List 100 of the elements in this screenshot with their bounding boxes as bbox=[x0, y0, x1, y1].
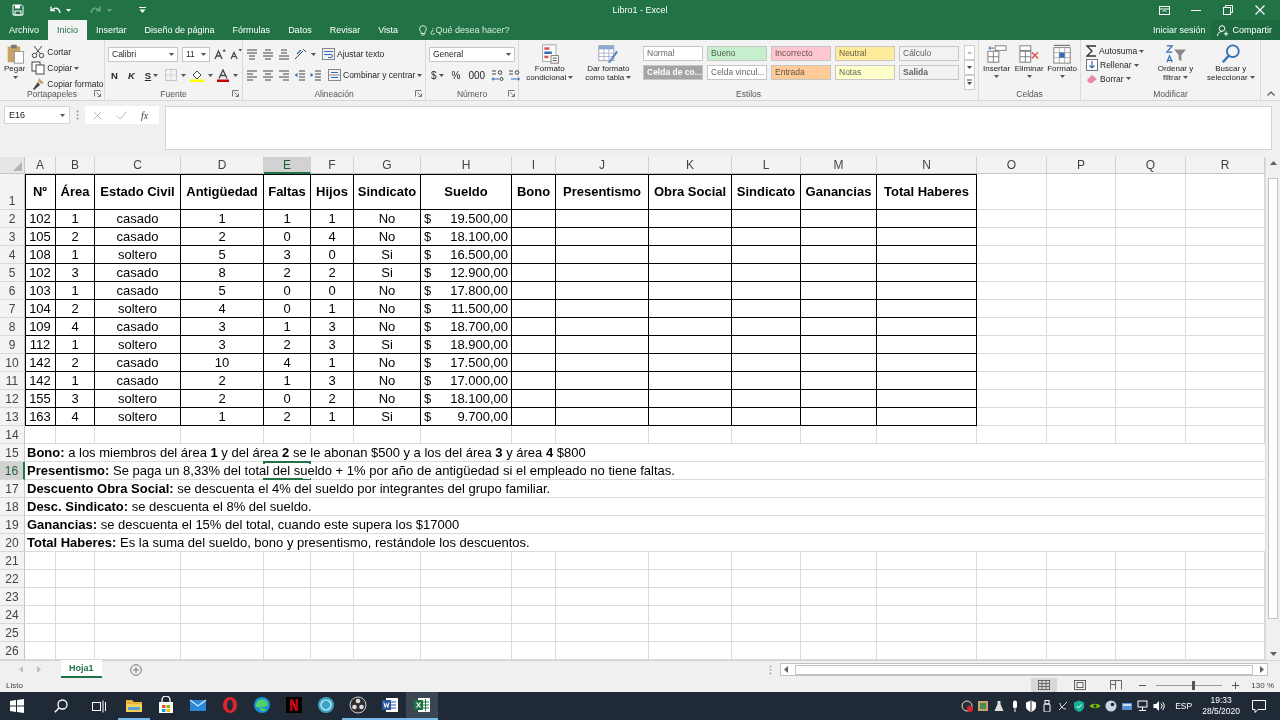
grid-cell[interactable] bbox=[977, 390, 1047, 408]
grid-cell[interactable] bbox=[1116, 246, 1186, 264]
cell-style[interactable]: Notas bbox=[835, 65, 895, 80]
grid-cell[interactable] bbox=[1116, 228, 1186, 246]
grid-cell[interactable] bbox=[95, 552, 181, 570]
grid-cell[interactable] bbox=[512, 426, 556, 444]
grid-cell[interactable] bbox=[556, 570, 649, 588]
horizontal-scrollbar[interactable] bbox=[780, 663, 1268, 676]
grid-cell[interactable] bbox=[264, 588, 311, 606]
column-header[interactable]: K bbox=[649, 157, 732, 174]
row-header[interactable]: 20 bbox=[0, 534, 25, 552]
grid-cell[interactable] bbox=[421, 426, 512, 444]
customize-icon[interactable] bbox=[139, 7, 146, 13]
row-header[interactable]: 7 bbox=[0, 300, 25, 318]
cell-style[interactable]: Salida bbox=[899, 65, 959, 80]
cells-button[interactable]: Formato bbox=[1047, 43, 1078, 87]
scroll-thumb[interactable] bbox=[795, 664, 1253, 675]
row-header[interactable]: 14 bbox=[0, 426, 25, 444]
task-view-icon[interactable] bbox=[92, 699, 106, 713]
undo-icon[interactable] bbox=[49, 5, 61, 15]
grid-cell[interactable] bbox=[1116, 174, 1186, 210]
grid-cell[interactable] bbox=[25, 588, 56, 606]
grid-cell[interactable] bbox=[512, 552, 556, 570]
grid-cell[interactable] bbox=[264, 624, 311, 642]
grid-cell[interactable] bbox=[732, 552, 801, 570]
column-header[interactable]: A bbox=[25, 157, 56, 174]
text-orientation-icon[interactable] bbox=[294, 48, 307, 60]
grid-cell[interactable] bbox=[977, 426, 1047, 444]
row-header[interactable]: 21 bbox=[0, 552, 25, 570]
grid-cell[interactable] bbox=[1047, 354, 1116, 372]
save-icon[interactable] bbox=[12, 4, 24, 16]
language-indicator[interactable]: ESP bbox=[1175, 701, 1193, 711]
grid-cell[interactable] bbox=[1116, 372, 1186, 390]
flask-icon[interactable] bbox=[993, 700, 1006, 712]
column-header[interactable]: R bbox=[1186, 157, 1265, 174]
editing-button[interactable]: Borrar bbox=[1084, 72, 1147, 85]
grid-cell[interactable] bbox=[1116, 282, 1186, 300]
grid-cell[interactable] bbox=[977, 552, 1047, 570]
grid-cell[interactable] bbox=[95, 426, 181, 444]
column-header[interactable]: L bbox=[732, 157, 801, 174]
grid-cell[interactable] bbox=[1047, 552, 1116, 570]
column-header[interactable]: I bbox=[512, 157, 556, 174]
grid-cell[interactable] bbox=[311, 588, 354, 606]
align-bottom-icon[interactable] bbox=[278, 48, 290, 60]
grid-cell[interactable] bbox=[1047, 408, 1116, 426]
grid-cell[interactable] bbox=[649, 606, 732, 624]
row-header[interactable]: 11 bbox=[0, 372, 25, 390]
grid-cell[interactable] bbox=[1116, 426, 1186, 444]
column-header[interactable]: H bbox=[421, 157, 512, 174]
grid-cell[interactable] bbox=[977, 174, 1047, 210]
zoom-in-icon[interactable] bbox=[1232, 681, 1240, 689]
grid-cell[interactable] bbox=[512, 624, 556, 642]
grid-cell[interactable] bbox=[1116, 588, 1186, 606]
font-select[interactable]: Calibri bbox=[108, 46, 178, 62]
grid-cell[interactable] bbox=[56, 588, 95, 606]
grid-cell[interactable] bbox=[56, 552, 95, 570]
grid-cell[interactable] bbox=[649, 552, 732, 570]
grid-cell[interactable] bbox=[1047, 624, 1116, 642]
align-left-icon[interactable] bbox=[246, 69, 258, 81]
grid-cell[interactable] bbox=[877, 588, 977, 606]
styles-button[interactable]: Formato condicional bbox=[522, 43, 578, 87]
grid-cell[interactable] bbox=[1116, 300, 1186, 318]
grid-cell[interactable] bbox=[181, 624, 264, 642]
row-header[interactable]: 2 bbox=[0, 210, 25, 228]
satellite-icon[interactable] bbox=[1057, 700, 1070, 712]
speaker-icon[interactable] bbox=[1153, 700, 1166, 712]
grid-cell[interactable] bbox=[421, 552, 512, 570]
column-header[interactable]: F bbox=[311, 157, 354, 174]
align-top-icon[interactable] bbox=[246, 48, 258, 60]
grid-cell[interactable] bbox=[977, 282, 1047, 300]
grid-cell[interactable] bbox=[732, 588, 801, 606]
grid-cell[interactable] bbox=[649, 624, 732, 642]
grid-cell[interactable] bbox=[354, 552, 421, 570]
grid-cell[interactable] bbox=[264, 426, 311, 444]
share-button[interactable]: Compartir bbox=[1211, 20, 1280, 40]
decrease-indent-icon[interactable] bbox=[294, 69, 306, 81]
grid-cell[interactable] bbox=[977, 588, 1047, 606]
grid-cell[interactable] bbox=[977, 210, 1047, 228]
grid-cell[interactable] bbox=[1047, 318, 1116, 336]
gallery-more-icon[interactable] bbox=[964, 75, 975, 90]
grid-cell[interactable] bbox=[977, 228, 1047, 246]
grid-cell[interactable] bbox=[181, 588, 264, 606]
column-header[interactable]: B bbox=[56, 157, 95, 174]
grid-cell[interactable] bbox=[181, 426, 264, 444]
row-header[interactable]: 10 bbox=[0, 354, 25, 372]
ribbon-display-icon[interactable] bbox=[1158, 5, 1170, 15]
column-header[interactable]: Q bbox=[1116, 157, 1186, 174]
grid-cell[interactable] bbox=[421, 588, 512, 606]
grid-cell[interactable] bbox=[311, 426, 354, 444]
clipboard-button[interactable]: Copiar bbox=[29, 60, 106, 76]
insert-function-button[interactable]: fx bbox=[141, 109, 149, 121]
cells-button[interactable]: Insertar bbox=[982, 43, 1012, 87]
grid-cell[interactable] bbox=[56, 426, 95, 444]
column-header[interactable]: O bbox=[977, 157, 1047, 174]
cell-style[interactable]: Incorrecto bbox=[771, 46, 831, 61]
grid-cell[interactable] bbox=[1047, 300, 1116, 318]
number-format-button[interactable]: $ bbox=[429, 68, 446, 82]
font-style-button[interactable]: N bbox=[108, 69, 121, 81]
grid-cell[interactable] bbox=[877, 426, 977, 444]
grid-cell[interactable] bbox=[732, 624, 801, 642]
